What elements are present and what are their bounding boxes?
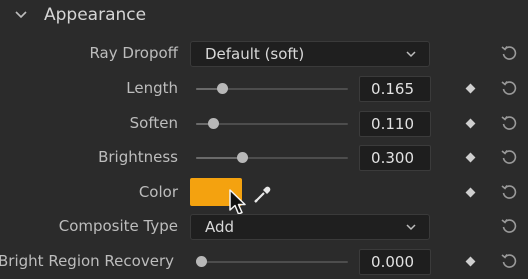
soften-slider[interactable] xyxy=(196,118,348,130)
reset-icon[interactable] xyxy=(500,148,518,166)
row-composite-type: Composite Type Add xyxy=(0,210,528,244)
chevron-down-icon xyxy=(406,224,416,231)
brightness-slider[interactable] xyxy=(196,152,348,164)
soften-label: Soften xyxy=(129,114,178,132)
inspector-panel: Appearance Ray Dropoff Default (soft) Le… xyxy=(0,0,528,279)
reset-icon[interactable] xyxy=(500,183,518,201)
keyframe-diamond-icon[interactable] xyxy=(465,152,476,163)
slider-track xyxy=(196,123,348,125)
slider-fill xyxy=(196,157,242,159)
slider-track xyxy=(196,261,348,263)
reset-icon[interactable] xyxy=(500,79,518,97)
slider-knob[interactable] xyxy=(236,152,248,163)
section-title: Appearance xyxy=(44,5,147,25)
row-bright-region-recovery: Bright Region Recovery 0.000 xyxy=(0,245,528,279)
length-value: 0.165 xyxy=(371,80,414,98)
brightness-label: Brightness xyxy=(98,148,178,166)
slider-knob[interactable] xyxy=(196,256,207,267)
appearance-section-header[interactable]: Appearance xyxy=(0,0,528,34)
composite-type-value: Add xyxy=(205,218,235,236)
row-length: Length 0.165 xyxy=(0,72,528,106)
composite-type-label: Composite Type xyxy=(58,217,178,235)
keyframe-diamond-icon[interactable] xyxy=(465,83,476,94)
row-color: Color xyxy=(0,176,528,215)
length-label: Length xyxy=(126,79,178,97)
bright-region-recovery-slider[interactable] xyxy=(196,256,348,268)
chevron-down-icon xyxy=(406,51,416,58)
ray-dropoff-dropdown[interactable]: Default (soft) xyxy=(190,41,430,67)
reset-icon[interactable] xyxy=(500,44,518,62)
reset-icon[interactable] xyxy=(500,114,518,132)
chevron-down-icon[interactable] xyxy=(14,8,28,22)
length-slider[interactable] xyxy=(196,83,348,95)
keyframe-diamond-icon[interactable] xyxy=(465,256,476,267)
ray-dropoff-value: Default (soft) xyxy=(205,45,305,63)
brightness-value: 0.300 xyxy=(371,149,414,167)
reset-icon[interactable] xyxy=(500,217,518,235)
soften-input[interactable]: 0.110 xyxy=(359,111,431,137)
row-ray-dropoff: Ray Dropoff Default (soft) xyxy=(0,37,528,71)
slider-knob[interactable] xyxy=(216,83,228,94)
bright-region-recovery-value: 0.000 xyxy=(371,253,414,271)
keyframe-diamond-icon[interactable] xyxy=(465,187,476,198)
brightness-input[interactable]: 0.300 xyxy=(359,145,431,171)
color-label: Color xyxy=(138,183,178,201)
row-soften: Soften 0.110 xyxy=(0,107,528,141)
ray-dropoff-label: Ray Dropoff xyxy=(89,44,178,62)
keyframe-diamond-icon[interactable] xyxy=(465,118,476,129)
reset-icon[interactable] xyxy=(500,252,518,270)
slider-knob[interactable] xyxy=(207,118,219,129)
bright-region-recovery-label: Bright Region Recovery xyxy=(0,252,174,270)
bright-region-recovery-input[interactable]: 0.000 xyxy=(359,249,431,275)
row-brightness: Brightness 0.300 xyxy=(0,141,528,175)
eyedropper-icon[interactable] xyxy=(252,183,274,205)
length-input[interactable]: 0.165 xyxy=(359,76,431,102)
composite-type-dropdown[interactable]: Add xyxy=(190,214,430,240)
soften-value: 0.110 xyxy=(371,115,414,133)
